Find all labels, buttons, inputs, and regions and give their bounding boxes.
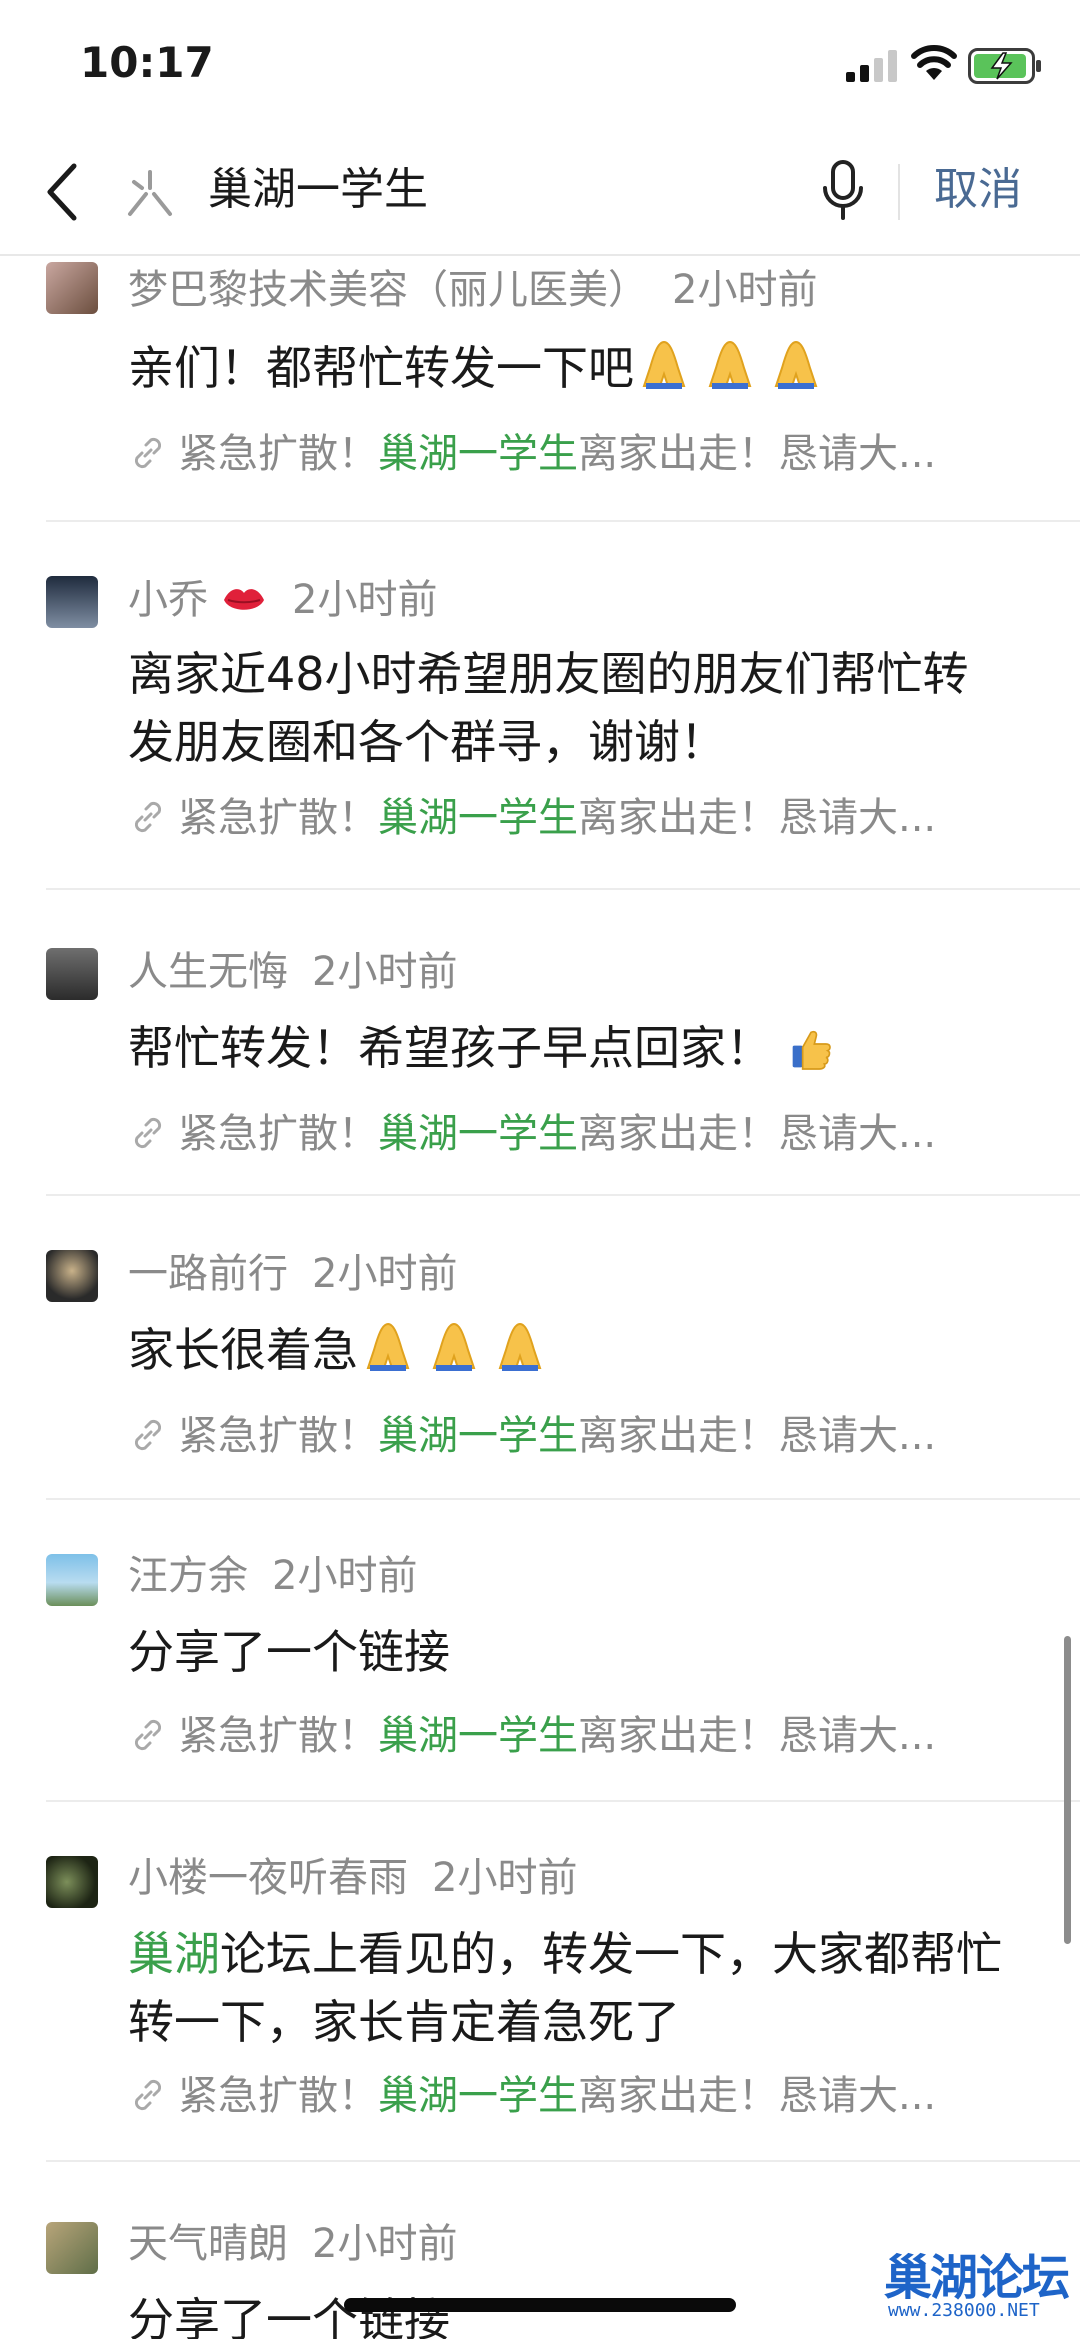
battery-charging-icon — [968, 48, 1041, 84]
post-content: 离家近48小时希望朋友圈的朋友们帮忙转发朋友圈和各个群寻，谢谢！ — [128, 647, 969, 769]
search-bar: 巢湖一学生 取消 — [0, 130, 1080, 256]
folded-hands-emoji-icon — [432, 1322, 476, 1371]
emoji-group — [358, 1316, 556, 1394]
folded-hands-emoji-icon — [642, 340, 686, 389]
folded-hands-emoji-icon — [366, 1322, 410, 1371]
author-name[interactable]: 小乔 — [128, 577, 208, 623]
home-indicator[interactable] — [344, 2298, 736, 2312]
link-icon — [134, 801, 162, 833]
back-arrow-icon[interactable] — [42, 160, 82, 224]
author-name[interactable]: 梦巴黎技术美容（丽儿医美） — [128, 267, 648, 313]
folded-hands-emoji-icon — [498, 1322, 542, 1371]
shared-link[interactable]: 紧急扩散！巢湖一学生离家出走！恳请大... — [128, 1708, 936, 1764]
search-input[interactable]: 巢湖一学生 — [208, 158, 428, 222]
link-icon — [134, 2079, 162, 2111]
emoji-group — [786, 1024, 842, 1092]
shared-link[interactable]: 紧急扩散！巢湖一学生离家出走！恳请大... — [128, 1408, 936, 1464]
divider — [46, 1498, 1080, 1500]
scroll-indicator[interactable] — [1064, 1636, 1071, 1944]
cancel-button[interactable]: 取消 — [934, 158, 1022, 222]
folded-hands-emoji-icon — [774, 340, 818, 389]
author-name[interactable]: 人生无悔 — [128, 949, 288, 995]
avatar[interactable] — [46, 262, 98, 314]
link-icon — [134, 1719, 162, 1751]
avatar[interactable] — [46, 1250, 98, 1302]
microphone-icon[interactable] — [820, 158, 866, 224]
post-time: 2小时前 — [312, 2221, 458, 2267]
divider — [46, 520, 1080, 522]
shared-link[interactable]: 紧急扩散！巢湖一学生离家出走！恳请大... — [128, 426, 936, 482]
divider — [898, 164, 900, 220]
thumbs-up-emoji-icon — [792, 1030, 831, 1070]
kiss-lips-icon — [224, 589, 264, 610]
avatar[interactable] — [46, 2222, 98, 2274]
post-time: 2小时前 — [312, 1251, 458, 1297]
post-meta: 小乔 2小时前 — [128, 572, 437, 628]
folded-hands-emoji-icon — [708, 340, 752, 389]
results-feed[interactable]: 梦巴黎技术美容（丽儿医美） 2小时前 亲们！都帮忙转发一下吧 紧急扩散！巢湖一学生… — [0, 254, 1080, 2339]
author-name[interactable]: 小楼一夜听春雨 — [128, 1855, 408, 1901]
post-content: 家长很着急 — [128, 1316, 1008, 1394]
post-meta: 汪方余 2小时前 — [128, 1548, 417, 1604]
post-time: 2小时前 — [672, 267, 818, 313]
post-content: 帮忙转发！希望孩子早点回家！ — [128, 1014, 1008, 1092]
wifi-icon — [911, 45, 957, 80]
post-meta: 梦巴黎技术美容（丽儿医美） 2小时前 — [128, 262, 817, 318]
author-name[interactable]: 一路前行 — [128, 1251, 288, 1297]
author-name[interactable]: 天气晴朗 — [128, 2221, 288, 2267]
cellular-signal-icon — [846, 50, 897, 82]
avatar[interactable] — [46, 1554, 98, 1606]
post-content: 分享了一个链接 — [128, 2293, 450, 2339]
post-time: 2小时前 — [272, 1553, 418, 1599]
post-meta: 小楼一夜听春雨 2小时前 — [128, 1850, 577, 1906]
author-name[interactable]: 汪方余 — [128, 1553, 248, 1599]
post-meta: 天气晴朗 2小时前 — [128, 2216, 457, 2272]
avatar[interactable] — [46, 576, 98, 628]
link-icon — [134, 1419, 162, 1451]
link-icon — [134, 1117, 162, 1149]
watermark-url: www.238000.NET — [888, 2300, 1040, 2321]
divider — [46, 2160, 1080, 2162]
status-time: 10:17 — [80, 38, 214, 87]
shared-link[interactable]: 紧急扩散！巢湖一学生离家出走！恳请大... — [128, 2068, 936, 2124]
watermark-title: 巢湖论坛 — [884, 2250, 1070, 2306]
shared-link[interactable]: 紧急扩散！巢湖一学生离家出走！恳请大... — [128, 790, 936, 846]
post-meta: 人生无悔 2小时前 — [128, 944, 457, 1000]
divider — [46, 1194, 1080, 1196]
post-time: 2小时前 — [312, 949, 458, 995]
post-time: 2小时前 — [292, 577, 438, 623]
status-bar: 10:17 — [0, 0, 1080, 130]
link-icon — [134, 437, 162, 469]
avatar[interactable] — [46, 1856, 98, 1908]
divider — [46, 1800, 1080, 1802]
post-meta: 一路前行 2小时前 — [128, 1246, 457, 1302]
post-time: 2小时前 — [432, 1855, 578, 1901]
post-content: 巢湖论坛上看见的，转发一下，大家都帮忙转一下，家长肯定着急死了 — [128, 1927, 1002, 2049]
emoji-group — [634, 334, 832, 412]
avatar[interactable] — [46, 948, 98, 1000]
search-sparkle-icon — [128, 170, 172, 216]
watermark-logo: 巢湖论坛 www.238000.NET — [884, 2238, 1070, 2338]
post-content: 分享了一个链接 — [128, 1625, 450, 1679]
shared-link[interactable]: 紧急扩散！巢湖一学生离家出走！恳请大... — [128, 1106, 936, 1162]
divider — [46, 888, 1080, 890]
post-content: 亲们！都帮忙转发一下吧 — [128, 334, 1008, 412]
